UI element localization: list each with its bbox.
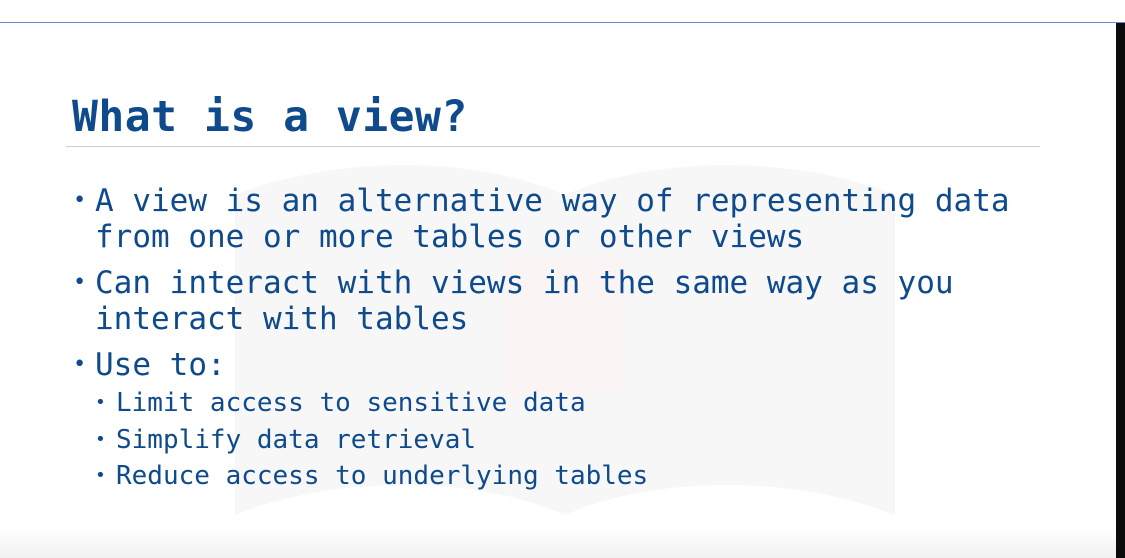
bullet-item: • Use to: • Limit access to sensitive da… — [72, 347, 1032, 495]
bullet-item: • A view is an alternative way of repres… — [72, 183, 1032, 255]
right-edge-bar — [1116, 23, 1125, 558]
sub-bullet-dot-icon: • — [95, 392, 106, 413]
slide-title: What is a view? — [72, 92, 468, 142]
sub-bullet-text: Limit access to sensitive data — [116, 388, 586, 418]
slide-frame: What is a view? • A view is an alternati… — [0, 0, 1125, 558]
bullet-list: • A view is an alternative way of repres… — [72, 183, 1032, 505]
bullet-text: Use to: — [95, 347, 226, 383]
sub-bullet-item: • Limit access to sensitive data — [95, 385, 1032, 422]
bullet-text: A view is an alternative way of represen… — [95, 183, 1010, 255]
bottom-shadow — [0, 528, 1116, 558]
sub-bullet-item: • Simplify data retrieval — [95, 422, 1032, 459]
sub-bullet-text: Reduce access to underlying tables — [116, 461, 649, 491]
bullet-item: • Can interact with views in the same wa… — [72, 265, 1032, 337]
bullet-text: Can interact with views in the same way … — [95, 265, 954, 337]
sub-bullet-list: • Limit access to sensitive data • Simpl… — [95, 385, 1032, 495]
title-divider — [66, 146, 1040, 147]
sub-bullet-dot-icon: • — [95, 465, 106, 486]
sub-bullet-dot-icon: • — [95, 428, 106, 450]
sub-bullet-item: • Reduce access to underlying tables — [95, 458, 1032, 495]
bullet-dot-icon: • — [73, 352, 87, 377]
bullet-dot-icon: • — [73, 270, 87, 295]
sub-bullet-text: Simplify data retrieval — [116, 424, 477, 455]
top-divider — [0, 22, 1125, 23]
bullet-dot-icon: • — [73, 188, 87, 213]
